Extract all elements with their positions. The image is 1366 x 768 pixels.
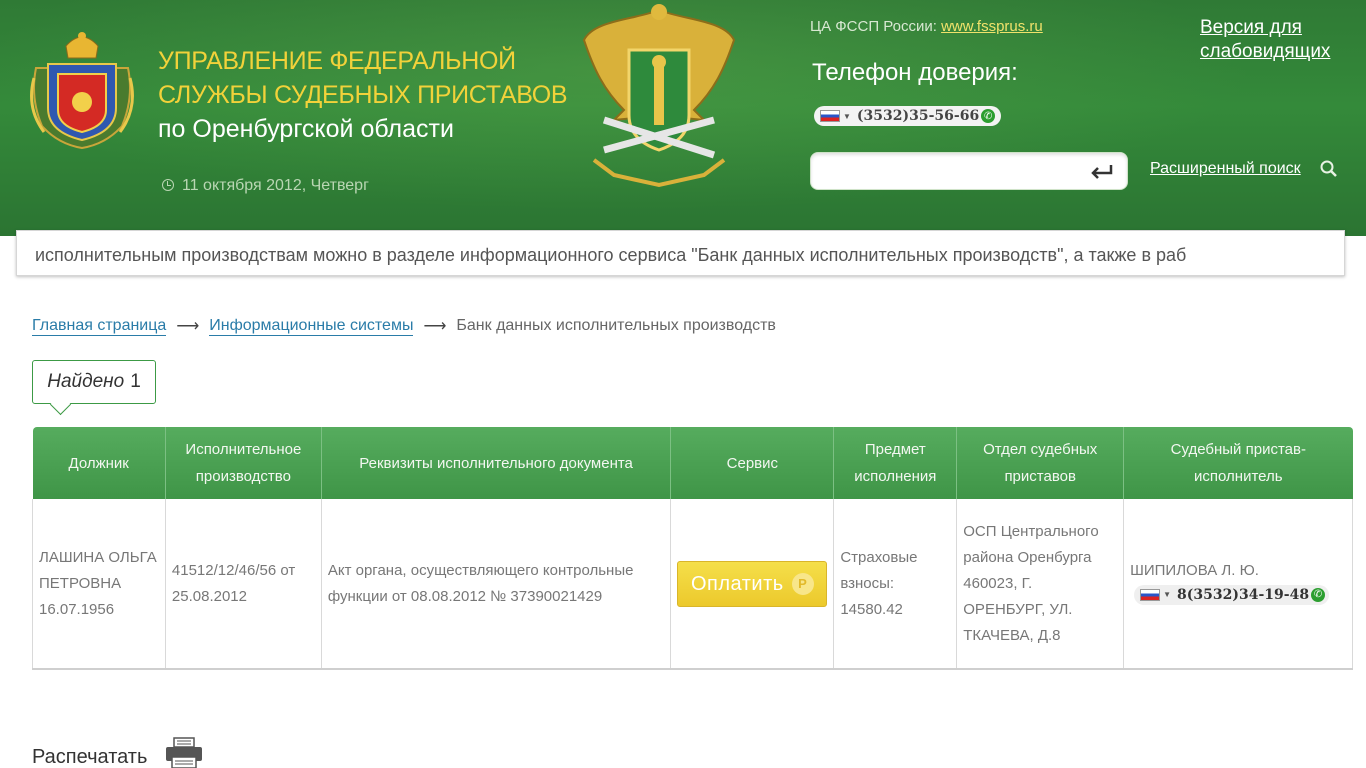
cell-bailiff: ШИПИЛОВА Л. Ю. ▼ 8(3532)34-19-48 ✆ (1123, 499, 1353, 670)
agency-title-line2: СЛУЖБЫ СУДЕБНЫХ ПРИСТАВОВ (158, 81, 568, 109)
printer-icon[interactable] (164, 737, 206, 768)
trust-phone-label: Телефон доверия: (812, 59, 1018, 86)
breadcrumb: Главная страница ⟶ Информационные систем… (32, 316, 776, 336)
low-vision-line1: Версия для (1200, 17, 1302, 38)
column-header-proceeding: Исполнительное производство (164, 427, 322, 499)
agency-title-line1: УПРАВЛЕНИЕ ФЕДЕРАЛЬНОЙ (158, 47, 516, 75)
magnifier-icon[interactable] (1320, 160, 1338, 178)
phone-call-icon[interactable]: ✆ (1311, 587, 1326, 602)
results-count-badge: Найдено 1 (32, 360, 156, 404)
chevron-down-icon[interactable]: ▼ (843, 112, 851, 121)
enter-icon[interactable] (1089, 163, 1115, 179)
cell-debtor: ЛАШИНА ОЛЬГА ПЕТРОВНА 16.07.1956 (32, 499, 166, 670)
regional-emblem-icon (30, 32, 134, 150)
bailiff-name: ШИПИЛОВА Л. Ю. (1130, 561, 1259, 579)
column-header-service: Сервис (670, 427, 834, 499)
print-link[interactable]: Распечатать (32, 746, 147, 768)
column-header-debtor: Должник (32, 427, 166, 499)
advanced-search-link[interactable]: Расширенный поиск (1150, 160, 1301, 178)
low-vision-line2: слабовидящих (1200, 41, 1331, 62)
clock-icon (162, 179, 174, 191)
ticker-fade (1284, 231, 1344, 275)
central-office-link[interactable]: www.fssprus.ru (941, 18, 1043, 35)
breadcrumb-separator: ⟶ (176, 318, 200, 335)
pay-button[interactable]: Оплатить Р (677, 560, 828, 607)
column-header-department: Отдел судебных приставов (956, 427, 1124, 499)
cell-subject: Страховые взносы: 14580.42 (833, 499, 957, 670)
flag-ru-icon (820, 110, 840, 122)
low-vision-version-link[interactable]: Версия для слабовидящих (1200, 16, 1330, 64)
chevron-down-icon[interactable]: ▼ (1163, 582, 1171, 608)
column-header-document: Реквизиты исполнительного документа (320, 427, 671, 499)
results-count-label: Найдено (47, 371, 125, 392)
bailiff-phone-widget[interactable]: ▼ 8(3532)34-19-48 ✆ (1134, 582, 1330, 608)
table-header-row: Должник Исполнительное производство Рекв… (32, 427, 1353, 499)
breadcrumb-home-link[interactable]: Главная страница (32, 317, 167, 336)
news-ticker-text: исполнительным производствам можно в раз… (35, 245, 1187, 265)
cell-document: Акт органа, осуществляющего контрольные … (320, 499, 671, 670)
fssp-emblem-icon (582, 4, 736, 188)
search-box (810, 152, 1128, 190)
flag-ru-icon (1140, 588, 1161, 601)
agency-title: УПРАВЛЕНИЕ ФЕДЕРАЛЬНОЙ СЛУЖБЫ СУДЕБНЫХ П… (158, 44, 568, 146)
results-count-value: 1 (130, 371, 141, 392)
table-row: ЛАШИНА ОЛЬГА ПЕТРОВНА 16.07.1956 41512/1… (32, 499, 1353, 670)
search-input[interactable] (821, 154, 1081, 188)
column-header-subject: Предмет исполнения (833, 427, 957, 499)
column-header-bailiff: Судебный пристав-исполнитель (1123, 427, 1353, 499)
pay-button-label: Оплатить (691, 572, 784, 595)
ruble-icon: Р (791, 572, 814, 595)
current-date: 11 октября 2012, Четверг (162, 177, 369, 195)
central-office-line: ЦА ФССП России: www.fssprus.ru (810, 18, 1043, 35)
breadcrumb-section-link[interactable]: Информационные системы (209, 317, 414, 336)
bailiff-phone-number: 8(3532)34-19-48 (1177, 586, 1310, 603)
cell-service: Оплатить Р (670, 499, 834, 670)
date-text: 11 октября 2012, Четверг (182, 177, 369, 194)
central-office-prefix: ЦА ФССП России: (810, 18, 942, 35)
results-table: Должник Исполнительное производство Рекв… (32, 427, 1353, 670)
agency-title-line3: по Оренбургской области (158, 115, 454, 143)
cell-proceeding: 41512/12/46/56 от 25.08.2012 (164, 499, 322, 670)
news-ticker: исполнительным производствам можно в раз… (16, 230, 1345, 276)
breadcrumb-current: Банк данных исполнительных производств (456, 317, 776, 334)
cell-department: ОСП Центрального района Оренбурга 460023… (956, 499, 1124, 670)
site-header: УПРАВЛЕНИЕ ФЕДЕРАЛЬНОЙ СЛУЖБЫ СУДЕБНЫХ П… (0, 0, 1366, 236)
phone-call-icon[interactable]: ✆ (981, 109, 996, 123)
breadcrumb-separator: ⟶ (423, 318, 447, 335)
trust-phone-widget[interactable]: ▼ (3532)35-56-66 ✆ (814, 106, 1002, 126)
trust-phone-number: (3532)35-56-66 (856, 108, 980, 124)
